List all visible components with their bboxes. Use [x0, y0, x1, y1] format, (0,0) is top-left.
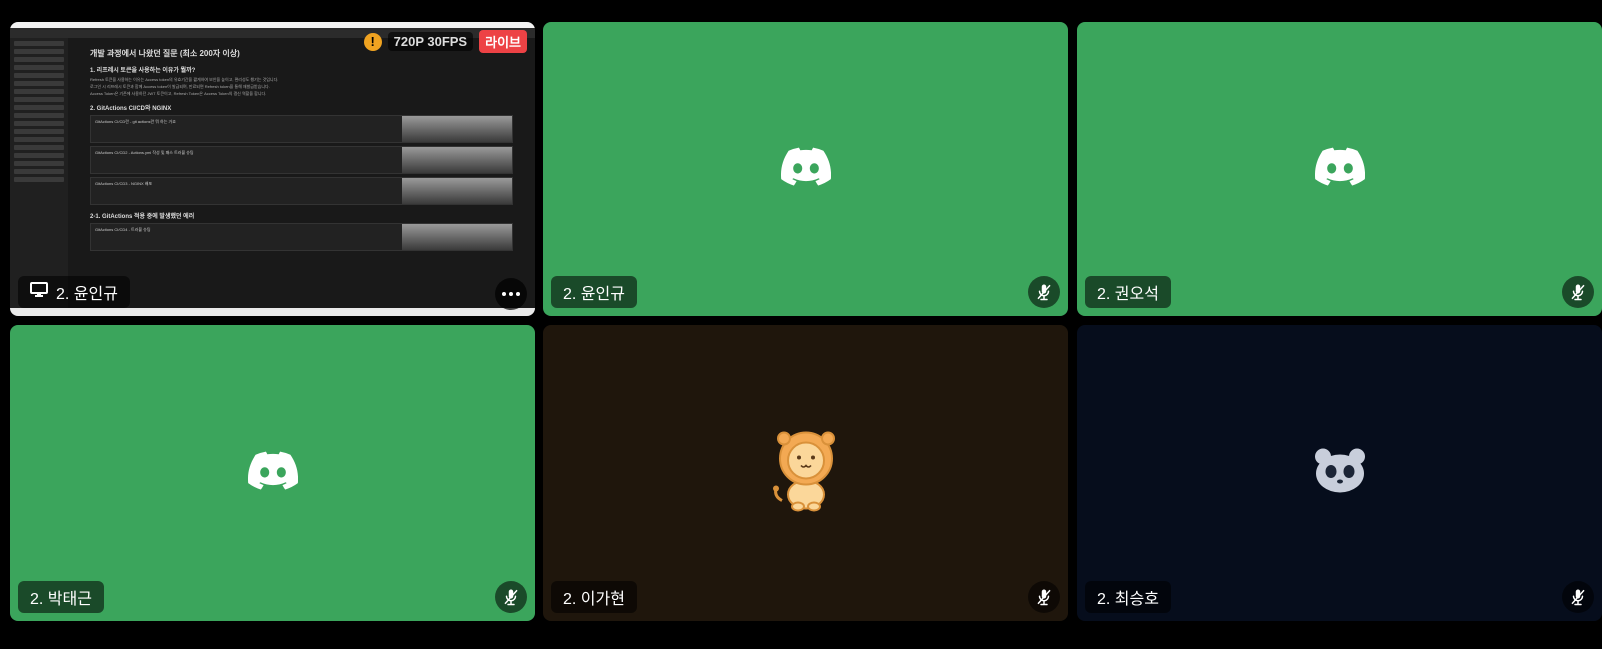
live-badge: 라이브 — [479, 30, 527, 53]
participant-name: 2. 박태근 — [30, 591, 92, 608]
lion-avatar-icon — [768, 429, 844, 518]
participant-name-badge: 2. 권오석 — [1085, 276, 1171, 308]
discord-logo-icon — [780, 147, 831, 191]
participant-name: 2. 이가현 — [563, 591, 625, 608]
stream-stats: ! 720P 30FPS 라이브 — [363, 30, 527, 53]
mic-muted-icon — [1028, 276, 1060, 308]
doc-bookmark-card: GitActions CI/CD란 - git actions란 뭐 하는 거죠 — [90, 115, 513, 143]
warning-icon[interactable]: ! — [363, 32, 382, 51]
shared-document: 개발 과정에서 나왔던 질문 (최소 200자 이상) 1. 리프레시 토큰을 … — [68, 38, 535, 308]
screenshare-tile[interactable]: 개발 과정에서 나왔던 질문 (최소 200자 이상) 1. 리프레시 토큰을 … — [10, 22, 535, 316]
doc-bookmark-card: GitActions CI/CD4 - 트러블 슈팅 — [90, 223, 513, 251]
participant-name-badge: 2. 윤인규 — [551, 276, 637, 308]
participant-name-badge: 2. 최승호 — [1085, 581, 1171, 613]
participant-name-badge: 2. 이가현 — [551, 581, 637, 613]
doc-bookmark-card: GitActions CI/CD3 - NGINX 배포 — [90, 177, 513, 205]
participant-tile[interactable]: 2. 박태근 — [10, 325, 535, 621]
doc-paragraph: Access Token은 기존에 사용하던 JWT 토큰이고, Refresh… — [90, 91, 267, 96]
windows-taskbar — [10, 308, 535, 316]
shared-screen: 개발 과정에서 나왔던 질문 (최소 200자 이상) 1. 리프레시 토큰을 … — [10, 22, 535, 316]
monitor-icon — [30, 281, 48, 303]
mic-muted-icon — [1028, 581, 1060, 613]
participant-name: 2. 최승호 — [1097, 591, 1159, 608]
doc-bookmark-card: GitActions CI/CD2 - Actions.yml 작성 및 패스 … — [90, 146, 513, 174]
bear-avatar-icon — [1313, 448, 1367, 499]
doc-heading-3: 2-1. GitActions 적용 중에 발생했던 에러 — [90, 214, 195, 220]
participant-name-badge: 2. 윤인규 — [18, 276, 130, 308]
participant-tile[interactable]: 2. 권오석 — [1077, 22, 1602, 316]
participant-name: 2. 윤인규 — [56, 286, 118, 303]
participant-tile[interactable]: 2. 최승호 — [1077, 325, 1602, 621]
doc-heading-2: 2. GitActions CI/CD와 NGINX — [90, 106, 172, 112]
mic-muted-icon — [1562, 581, 1594, 613]
discord-logo-icon — [247, 451, 298, 495]
notion-sidebar — [10, 38, 68, 308]
doc-heading-1: 1. 리프레시 토큰을 사용하는 이유가 뭘까? — [90, 68, 196, 74]
doc-paragraph: 로그인 시 리프레시 토큰과 함께 Access token이 발급되며, 만료… — [90, 84, 270, 89]
stream-quality-badge: 720P 30FPS — [387, 32, 474, 51]
more-options-button[interactable] — [495, 278, 527, 310]
participant-name: 2. 권오석 — [1097, 286, 1159, 303]
discord-logo-icon — [1314, 147, 1365, 191]
participant-tile[interactable]: 2. 윤인규 — [543, 22, 1068, 316]
doc-paragraph: Refresh 토큰을 사용하는 이유는 Access token의 유효기간을… — [90, 77, 279, 82]
participant-tile[interactable]: 2. 이가현 — [543, 325, 1068, 621]
mic-muted-icon — [495, 581, 527, 613]
participant-name-badge: 2. 박태근 — [18, 581, 104, 613]
mic-muted-icon — [1562, 276, 1594, 308]
participant-name: 2. 윤인규 — [563, 286, 625, 303]
